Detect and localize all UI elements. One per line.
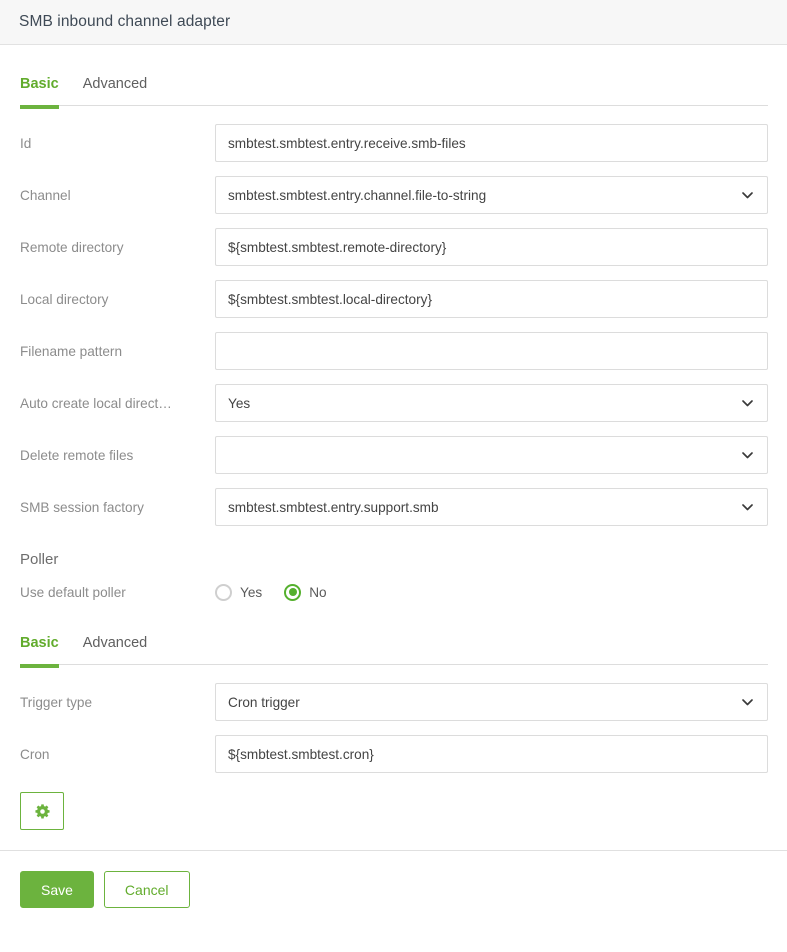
page-title: SMB inbound channel adapter	[19, 13, 230, 31]
dialog-titlebar: SMB inbound channel adapter	[0, 0, 787, 45]
tab-advanced[interactable]: Advanced	[83, 77, 148, 105]
label-local-directory: Local directory	[20, 292, 215, 307]
radio-label-yes: Yes	[240, 585, 262, 600]
form-row-id: Id smbtest.smbtest.entry.receive.smb-fil…	[20, 117, 768, 169]
select-trigger-type[interactable]: Cron trigger	[215, 683, 768, 721]
label-channel: Channel	[20, 188, 215, 203]
use-default-poller-row: Use default poller Yes No	[0, 568, 787, 616]
label-use-default-poller: Use default poller	[20, 585, 215, 600]
form-row-auto-create-local-directory: Auto create local direct… Yes	[20, 377, 768, 429]
footer-actions: Save Cancel	[0, 851, 787, 928]
form-row-channel: Channel smbtest.smbtest.entry.channel.fi…	[20, 169, 768, 221]
main-form: Id smbtest.smbtest.entry.receive.smb-fil…	[0, 117, 787, 533]
cancel-button[interactable]: Cancel	[104, 871, 190, 908]
poller-settings-row	[0, 780, 787, 830]
label-remote-directory: Remote directory	[20, 240, 215, 255]
select-smb-session-factory[interactable]: smbtest.smbtest.entry.support.smb	[215, 488, 768, 526]
label-smb-session-factory: SMB session factory	[20, 500, 215, 515]
form-row-cron: Cron ${smbtest.smbtest.cron}	[20, 728, 768, 780]
input-filename-pattern[interactable]	[215, 332, 768, 370]
poller-form: Trigger type Cron trigger Cron ${smbtest…	[0, 676, 787, 780]
input-local-directory[interactable]: ${smbtest.smbtest.local-directory}	[215, 280, 768, 318]
form-row-local-directory: Local directory ${smbtest.smbtest.local-…	[20, 273, 768, 325]
form-row-filename-pattern: Filename pattern	[20, 325, 768, 377]
radio-circle-selected-icon	[284, 584, 301, 601]
input-remote-directory[interactable]: ${smbtest.smbtest.remote-directory}	[215, 228, 768, 266]
poller-settings-button[interactable]	[20, 792, 64, 830]
form-row-trigger-type: Trigger type Cron trigger	[20, 676, 768, 728]
label-cron: Cron	[20, 747, 215, 762]
input-id[interactable]: smbtest.smbtest.entry.receive.smb-files	[215, 124, 768, 162]
label-delete-remote-files: Delete remote files	[20, 448, 215, 463]
select-delete-remote-files[interactable]	[215, 436, 768, 474]
poller-section-heading: Poller	[0, 533, 787, 568]
poller-tab-advanced[interactable]: Advanced	[83, 636, 148, 664]
poller-tab-bar: Basic Advanced	[0, 636, 787, 676]
label-trigger-type: Trigger type	[20, 695, 215, 710]
select-auto-create-local-directory[interactable]: Yes	[215, 384, 768, 422]
select-channel[interactable]: smbtest.smbtest.entry.channel.file-to-st…	[215, 176, 768, 214]
radio-use-default-poller-yes[interactable]: Yes	[215, 584, 262, 601]
label-filename-pattern: Filename pattern	[20, 344, 215, 359]
tab-basic[interactable]: Basic	[20, 77, 59, 109]
form-row-remote-directory: Remote directory ${smbtest.smbtest.remot…	[20, 221, 768, 273]
gear-icon	[34, 803, 51, 820]
save-button[interactable]: Save	[20, 871, 94, 908]
input-cron[interactable]: ${smbtest.smbtest.cron}	[215, 735, 768, 773]
main-tab-bar: Basic Advanced	[0, 77, 787, 117]
label-id: Id	[20, 136, 215, 151]
form-row-smb-session-factory: SMB session factory smbtest.smbtest.entr…	[20, 481, 768, 533]
poller-tab-basic[interactable]: Basic	[20, 636, 59, 668]
form-row-delete-remote-files: Delete remote files	[20, 429, 768, 481]
radio-use-default-poller-no[interactable]: No	[284, 584, 326, 601]
label-auto-create-local-directory: Auto create local direct…	[20, 396, 215, 411]
radio-label-no: No	[309, 585, 326, 600]
radio-circle-icon	[215, 584, 232, 601]
